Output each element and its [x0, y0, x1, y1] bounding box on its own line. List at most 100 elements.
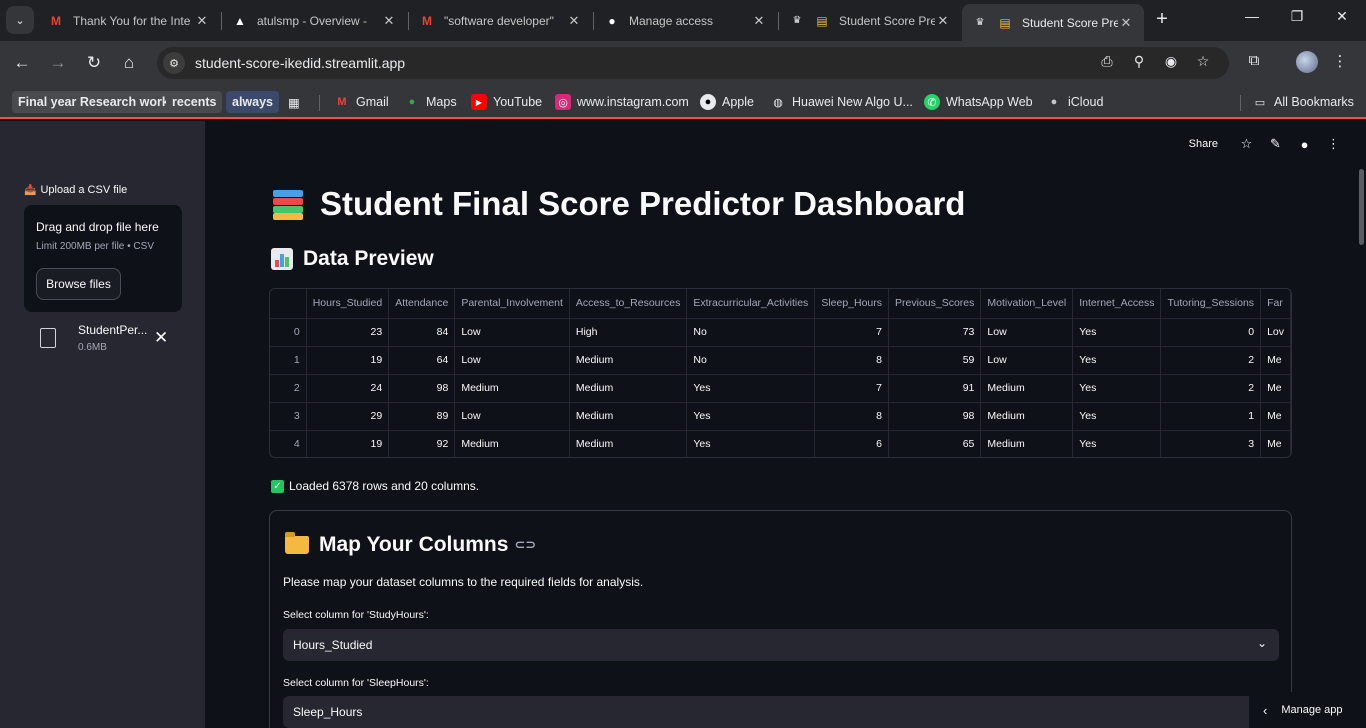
table-cell[interactable]: 64: [388, 346, 456, 375]
bookmark-youtube[interactable]: ▶ YouTube: [471, 91, 542, 113]
profile-avatar[interactable]: [1296, 51, 1318, 73]
forward-arrow-icon[interactable]: →: [46, 51, 70, 75]
home-icon[interactable]: ⌂: [117, 51, 141, 75]
table-cell[interactable]: 0: [270, 318, 307, 347]
column-header[interactable]: Access_to_Resources: [569, 289, 688, 319]
scrollbar[interactable]: [1359, 169, 1364, 245]
all-bookmarks[interactable]: ▭ All Bookmarks: [1252, 91, 1354, 113]
anchor-link-icon[interactable]: ⊂⊃: [514, 537, 536, 553]
bookmark-folder[interactable]: Final year Research work: [12, 91, 175, 113]
column-header[interactable]: Parental_Involvement: [454, 289, 570, 319]
back-arrow-icon[interactable]: ←: [10, 51, 34, 75]
table-cell[interactable]: No: [686, 346, 816, 375]
browse-files-button[interactable]: Browse files: [36, 268, 121, 300]
restore-icon[interactable]: ❐: [1282, 8, 1312, 25]
column-header[interactable]: Internet_Access: [1072, 289, 1162, 319]
table-cell[interactable]: 24: [306, 374, 390, 403]
table-cell[interactable]: Me: [1260, 430, 1291, 457]
table-cell[interactable]: Yes: [1072, 402, 1162, 431]
file-dropzone[interactable]: Drag and drop file here Limit 200MB per …: [24, 205, 182, 312]
sleep-hours-select[interactable]: Sleep_Hours: [283, 696, 1279, 728]
table-cell[interactable]: 92: [388, 430, 456, 457]
bookmark-instagram[interactable]: ◎ www.instagram.com: [555, 91, 689, 113]
table-cell[interactable]: Yes: [1072, 430, 1162, 457]
edit-pencil-icon[interactable]: ✎: [1261, 136, 1290, 152]
table-cell[interactable]: 6: [814, 430, 890, 457]
table-cell[interactable]: Medium: [980, 374, 1074, 403]
star-icon[interactable]: ☆: [1232, 136, 1261, 152]
table-cell[interactable]: Medium: [454, 374, 570, 403]
new-tab-button[interactable]: +: [1150, 7, 1174, 31]
tab-search-button[interactable]: ⌄: [6, 6, 34, 34]
table-cell[interactable]: 2: [1160, 346, 1262, 375]
table-cell[interactable]: 29: [306, 402, 390, 431]
share-button[interactable]: Share: [1189, 138, 1218, 150]
browser-tab[interactable]: ▲ atulsmp - Overview - ✕: [222, 6, 407, 35]
table-cell[interactable]: 73: [888, 318, 982, 347]
table-cell[interactable]: Yes: [686, 374, 816, 403]
table-cell[interactable]: 19: [306, 430, 390, 457]
table-cell[interactable]: 91: [888, 374, 982, 403]
bookmark-folder[interactable]: recents: [166, 91, 223, 113]
browser-menu-icon[interactable]: ⋮: [1329, 52, 1351, 70]
table-cell[interactable]: 4: [270, 430, 307, 457]
table-cell[interactable]: Me: [1260, 402, 1291, 431]
column-header[interactable]: Attendance: [388, 289, 456, 319]
table-cell[interactable]: Yes: [686, 402, 816, 431]
table-cell[interactable]: 2: [1160, 374, 1262, 403]
close-tab-icon[interactable]: ✕: [935, 13, 951, 29]
column-header[interactable]: Motivation_Level: [980, 289, 1074, 319]
table-cell[interactable]: Medium: [980, 402, 1074, 431]
data-preview-table[interactable]: Hours_Studied Attendance Parental_Involv…: [269, 288, 1292, 458]
extensions-icon[interactable]: ⧉: [1243, 52, 1265, 69]
table-cell[interactable]: High: [569, 318, 688, 347]
table-cell[interactable]: 8: [814, 402, 890, 431]
table-cell[interactable]: 0: [1160, 318, 1262, 347]
table-cell[interactable]: 89: [388, 402, 456, 431]
address-bar[interactable]: ⚙ student-score-ikedid.streamlit.app ⎙ ⚲…: [157, 47, 1229, 79]
table-cell[interactable]: Me: [1260, 346, 1291, 375]
more-menu-icon[interactable]: ⋮: [1319, 136, 1348, 152]
table-cell[interactable]: Low: [980, 318, 1074, 347]
table-cell[interactable]: 23: [306, 318, 390, 347]
install-app-icon[interactable]: ⎙: [1097, 53, 1117, 73]
table-cell[interactable]: Medium: [569, 374, 688, 403]
table-cell[interactable]: Low: [980, 346, 1074, 375]
column-header[interactable]: Far: [1260, 289, 1291, 319]
close-tab-icon[interactable]: ✕: [566, 13, 582, 29]
eye-off-icon[interactable]: ◉: [1161, 53, 1181, 73]
table-cell[interactable]: 65: [888, 430, 982, 457]
browser-tab[interactable]: M "software developer" ✕: [409, 6, 592, 35]
table-cell[interactable]: Yes: [1072, 346, 1162, 375]
bookmark-folder[interactable]: always: [226, 91, 280, 113]
remove-file-icon[interactable]: ✕: [154, 328, 168, 348]
browser-tab-active[interactable]: ♛ ▤ Student Score Pre ✕: [962, 4, 1144, 41]
bookmark-maps[interactable]: ● Maps: [404, 91, 457, 113]
bookmark-huawei[interactable]: ◍ Huawei New Algo U...: [770, 91, 913, 113]
table-cell[interactable]: 3: [1160, 430, 1262, 457]
close-tab-icon[interactable]: ✕: [194, 13, 210, 29]
column-header[interactable]: Hours_Studied: [306, 289, 390, 319]
study-hours-select[interactable]: Hours_Studied ⌄: [283, 629, 1279, 661]
table-cell[interactable]: Medium: [569, 402, 688, 431]
bookmark-whatsapp[interactable]: ✆ WhatsApp Web: [924, 91, 1033, 113]
table-cell[interactable]: 98: [388, 374, 456, 403]
table-cell[interactable]: Low: [454, 318, 570, 347]
table-cell[interactable]: 59: [888, 346, 982, 375]
table-cell[interactable]: 8: [814, 346, 890, 375]
browser-tab[interactable]: ♛ ▤ Student Score Pre ✕: [779, 6, 961, 35]
column-header[interactable]: [270, 289, 307, 319]
bookmark-star-icon[interactable]: ☆: [1193, 53, 1213, 73]
bookmark-icloud[interactable]: ● iCloud: [1046, 91, 1104, 113]
table-cell[interactable]: 2: [270, 374, 307, 403]
window-close-icon[interactable]: ✕: [1327, 8, 1357, 25]
minimize-icon[interactable]: —: [1237, 8, 1267, 24]
table-cell[interactable]: Me: [1260, 374, 1291, 403]
table-cell[interactable]: Medium: [980, 430, 1074, 457]
apps-grid-icon[interactable]: ▦: [288, 91, 300, 113]
table-cell[interactable]: 19: [306, 346, 390, 375]
table-cell[interactable]: 98: [888, 402, 982, 431]
table-cell[interactable]: Yes: [1072, 374, 1162, 403]
table-cell[interactable]: Medium: [454, 430, 570, 457]
manage-app-button[interactable]: ‹ Manage app: [1249, 692, 1366, 728]
